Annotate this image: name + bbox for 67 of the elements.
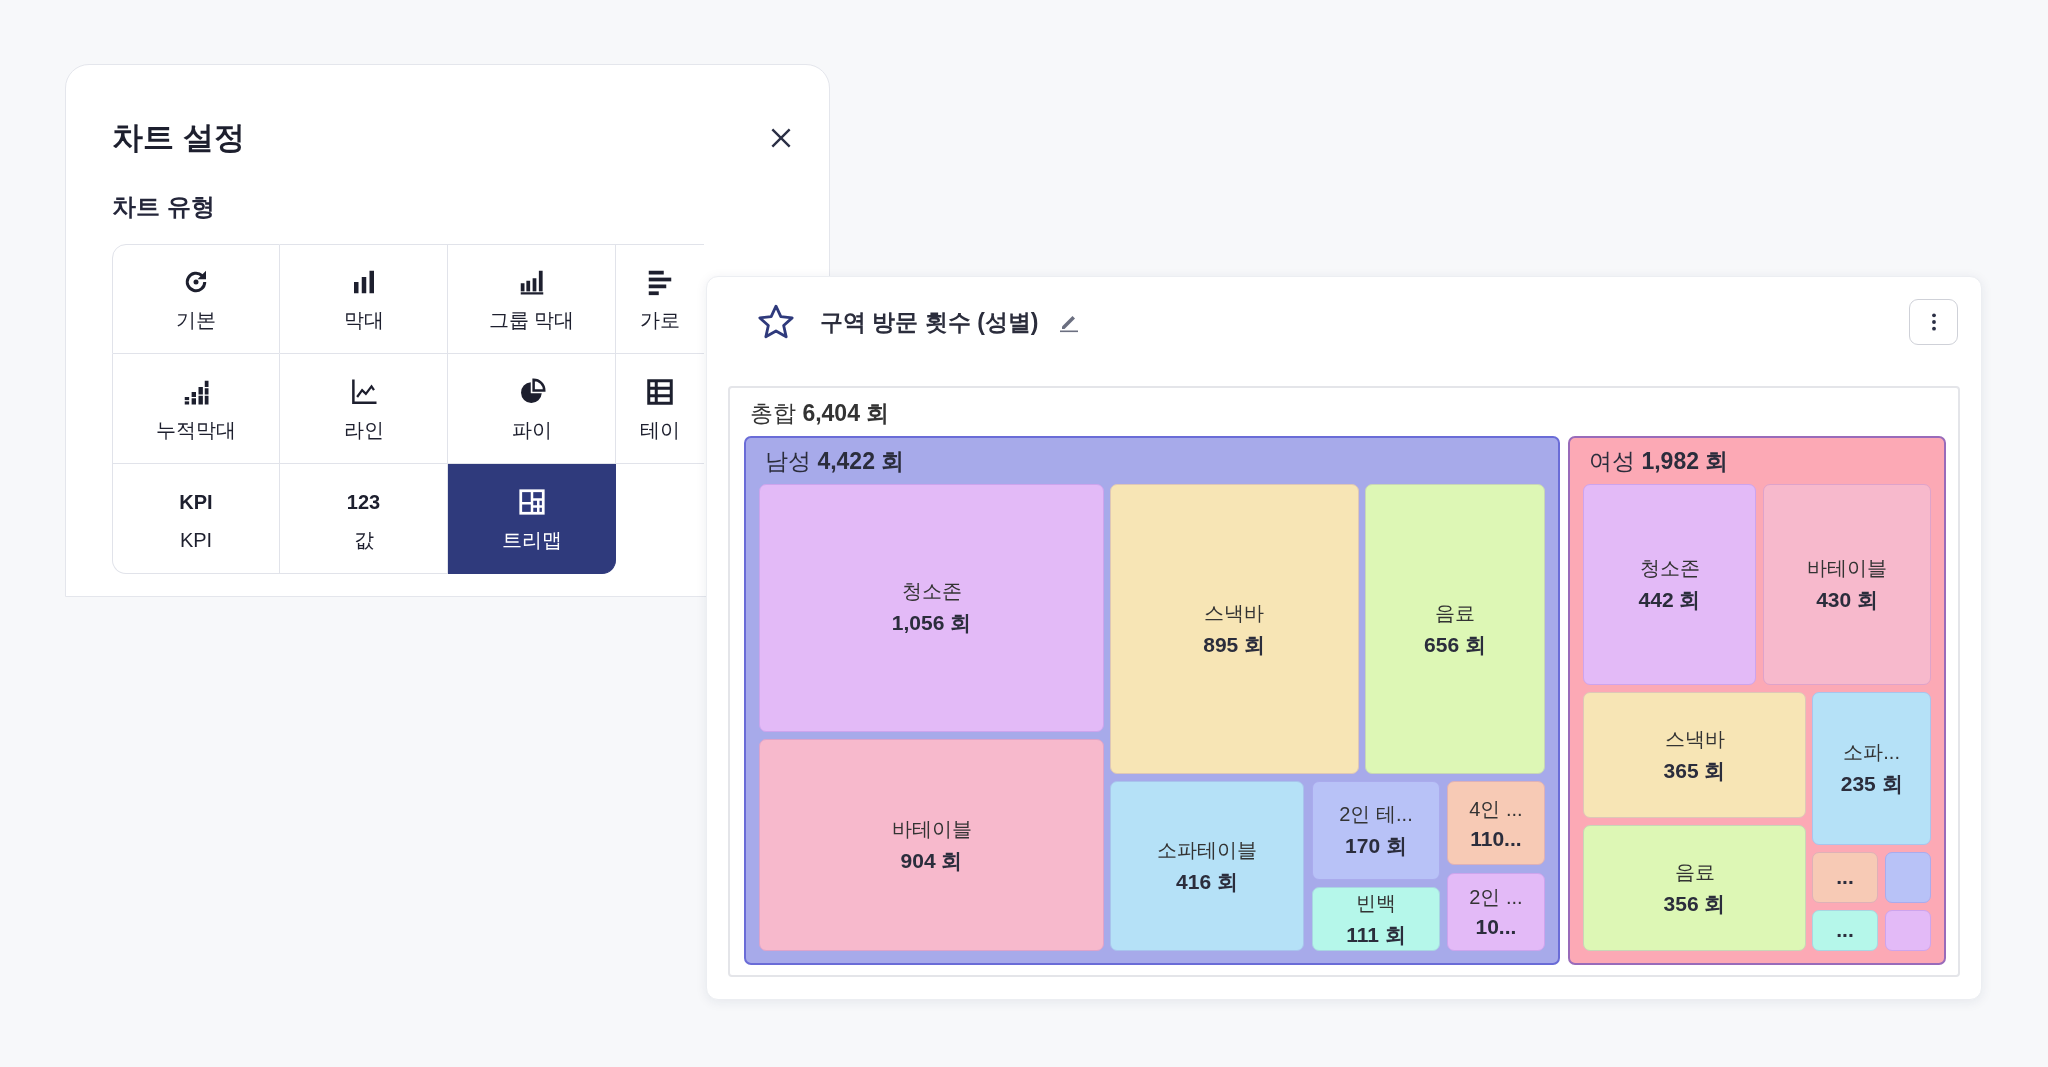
- chart-type-option[interactable]: 그룹 막대: [448, 244, 616, 354]
- chart-title: 구역 방문 횟수 (성별): [820, 307, 1039, 337]
- treemap-tile[interactable]: [1885, 909, 1931, 951]
- treemap-tile[interactable]: 소파테이블 416 회: [1109, 781, 1305, 951]
- tile-value: 904 회: [900, 847, 963, 874]
- more-icon: [1930, 312, 1937, 332]
- treemap-tile[interactable]: 2인 테... 170 회: [1312, 781, 1440, 881]
- treemap-tile[interactable]: 스낵바 895 회: [1109, 484, 1359, 775]
- tile-name: 청소존: [901, 579, 962, 605]
- chart-type-option[interactable]: 막대: [280, 244, 448, 354]
- treemap-tile[interactable]: 청소존 1,056 회: [759, 484, 1105, 732]
- chart-type-option[interactable]: KPI KPI: [112, 464, 280, 574]
- tile-value: 656 회: [1424, 631, 1486, 658]
- group-label: 남성 4,422 회: [764, 447, 906, 476]
- tile-value: ...: [1836, 918, 1854, 943]
- tile-name: 스낵바: [1664, 726, 1725, 752]
- tile-value: 356 회: [1663, 890, 1726, 917]
- treemap-tile[interactable]: 4인 ... 110...: [1446, 781, 1545, 865]
- tile-name: 스낵바: [1204, 600, 1265, 626]
- tile-value: ...: [1836, 865, 1854, 890]
- chart-type-option[interactable]: 기본: [112, 244, 280, 354]
- chart-type-option[interactable]: 누적막대: [112, 354, 280, 464]
- tile-name: 소파...: [1843, 739, 1900, 765]
- tile-name: 바테이블: [891, 816, 972, 842]
- chart-type-option[interactable]: 123 값: [280, 464, 448, 574]
- treemap-tile[interactable]: 바테이블 430 회: [1763, 484, 1931, 685]
- treemap-icon: [516, 486, 547, 517]
- treemap-tile[interactable]: 2인 ... 10...: [1446, 873, 1545, 951]
- total-label: 총합 6,404 회: [749, 399, 891, 428]
- tile-name: 청소존: [1639, 555, 1700, 581]
- chart-type-option[interactable]: 파이: [448, 354, 616, 464]
- tile-value: 895 회: [1203, 631, 1266, 658]
- tile-value: 442 회: [1638, 586, 1701, 613]
- tile-name: 2인 테...: [1339, 802, 1413, 828]
- tile-value: 235 회: [1840, 770, 1903, 797]
- tile-value: 110...: [1470, 826, 1522, 851]
- treemap-tile[interactable]: 스낵바 365 회: [1583, 691, 1807, 819]
- panel-title: 차트 설정: [112, 119, 245, 157]
- tile-name: 4인 ...: [1469, 796, 1523, 822]
- group-label: 여성 1,982 회: [1588, 447, 1730, 476]
- treemap-tile[interactable]: 음료 656 회: [1365, 484, 1545, 775]
- treemap-tile[interactable]: 바테이블 904 회: [759, 739, 1105, 951]
- tile-name: 음료: [1674, 859, 1715, 885]
- tile-name: 바테이블: [1807, 555, 1888, 581]
- tile-value: 416 회: [1176, 868, 1238, 895]
- chart-type-option[interactable]: 라인: [280, 354, 448, 464]
- section-label: 차트 유형: [112, 192, 216, 222]
- tile-name: 소파테이블: [1157, 837, 1257, 863]
- tile-name: 2인 ...: [1469, 885, 1523, 911]
- treemap-tile[interactable]: ...: [1812, 851, 1878, 903]
- tile-name: 빈백: [1356, 890, 1396, 916]
- chart-type-option[interactable]: 가로: [616, 244, 704, 354]
- tile-value: 111 회: [1346, 921, 1406, 948]
- treemap-tile[interactable]: 빈백 111 회: [1312, 887, 1440, 951]
- tile-value: 1,056 회: [891, 610, 972, 637]
- table-icon: [645, 376, 675, 407]
- treemap-tile[interactable]: [1885, 851, 1931, 903]
- tile-value: 365 회: [1663, 757, 1726, 784]
- treemap-tile[interactable]: 음료 356 회: [1583, 825, 1807, 951]
- treemap-tile[interactable]: 소파... 235 회: [1812, 691, 1931, 845]
- treemap-tile[interactable]: 청소존 442 회: [1583, 484, 1756, 685]
- tile-name: 음료: [1435, 600, 1475, 626]
- tile-value: 10...: [1475, 915, 1517, 940]
- tile-value: 430 회: [1816, 586, 1879, 613]
- tile-value: 170 회: [1345, 833, 1407, 860]
- chart-type-option[interactable]: 트리맵: [448, 464, 616, 574]
- treemap-tile[interactable]: ...: [1812, 909, 1878, 951]
